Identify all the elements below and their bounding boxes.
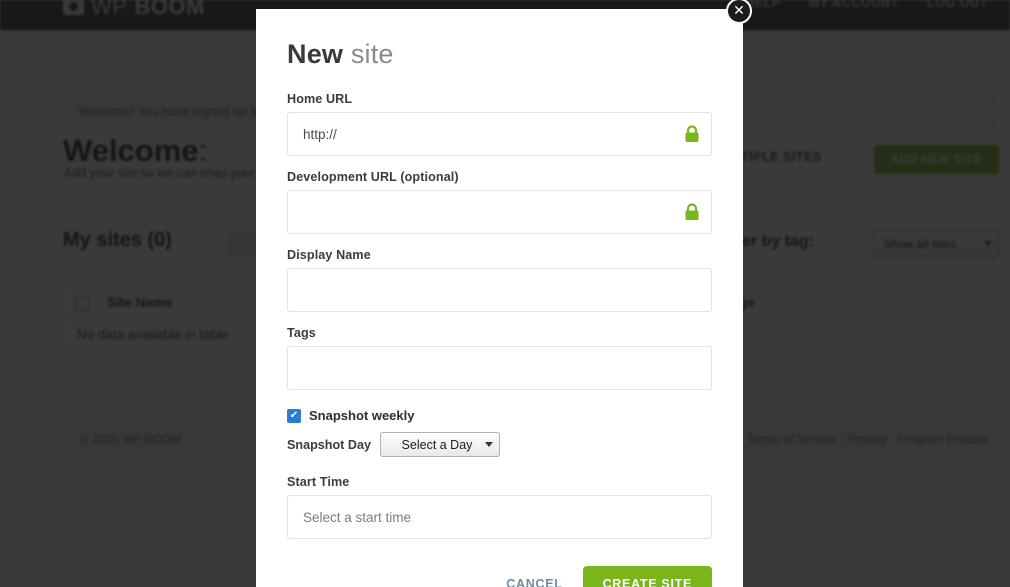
snapshot-weekly-label: Snapshot weekly <box>309 408 415 423</box>
tags-box <box>287 346 712 390</box>
modal-title: New site <box>287 39 712 70</box>
display-name-label: Display Name <box>287 248 371 262</box>
chevron-down-icon <box>484 442 493 447</box>
development-url-input[interactable] <box>288 191 711 233</box>
start-time-input[interactable] <box>288 496 711 538</box>
tags-input[interactable] <box>288 347 711 389</box>
field-development-url: Development URL (optional) <box>287 170 712 234</box>
snapshot-weekly-row[interactable]: ✔ Snapshot weekly <box>287 408 712 423</box>
new-site-modal: New site Home URL Development URL (optio… <box>256 9 743 587</box>
modal-content: New site Home URL Development URL (optio… <box>256 9 743 587</box>
field-start-time: Start Time <box>287 475 712 539</box>
home-url-box <box>287 112 712 156</box>
modal-actions: CANCEL CREATE SITE <box>287 566 712 587</box>
field-home-url: Home URL <box>287 92 712 156</box>
home-url-label: Home URL <box>287 92 353 106</box>
start-time-label: Start Time <box>287 475 350 489</box>
lock-icon <box>685 125 699 142</box>
field-tags: Tags <box>287 326 712 390</box>
screen: WP BOOM HELP MY ACCOUNT LOG OUT Welcome!… <box>0 0 1010 587</box>
snapshot-weekly-checkbox[interactable]: ✔ <box>287 408 301 423</box>
home-url-input[interactable] <box>288 113 711 155</box>
display-name-box <box>287 268 712 312</box>
create-site-button[interactable]: CREATE SITE <box>582 566 712 587</box>
modal-title-rest: site <box>350 39 394 69</box>
lock-icon <box>685 203 699 220</box>
cancel-button[interactable]: CANCEL <box>506 577 562 587</box>
development-url-box <box>287 190 712 234</box>
snapshot-day-value: Select a Day <box>401 437 473 452</box>
tags-label: Tags <box>287 326 316 340</box>
modal-title-strong: New <box>287 39 344 69</box>
snapshot-day-select[interactable]: Select a Day <box>379 432 500 457</box>
start-time-box <box>287 495 712 539</box>
snapshot-day-label: Snapshot Day <box>287 437 371 452</box>
snapshot-day-row: Snapshot Day Select a Day <box>287 432 712 457</box>
development-url-label: Development URL (optional) <box>287 170 459 184</box>
display-name-input[interactable] <box>288 269 711 311</box>
field-display-name: Display Name <box>287 248 712 312</box>
